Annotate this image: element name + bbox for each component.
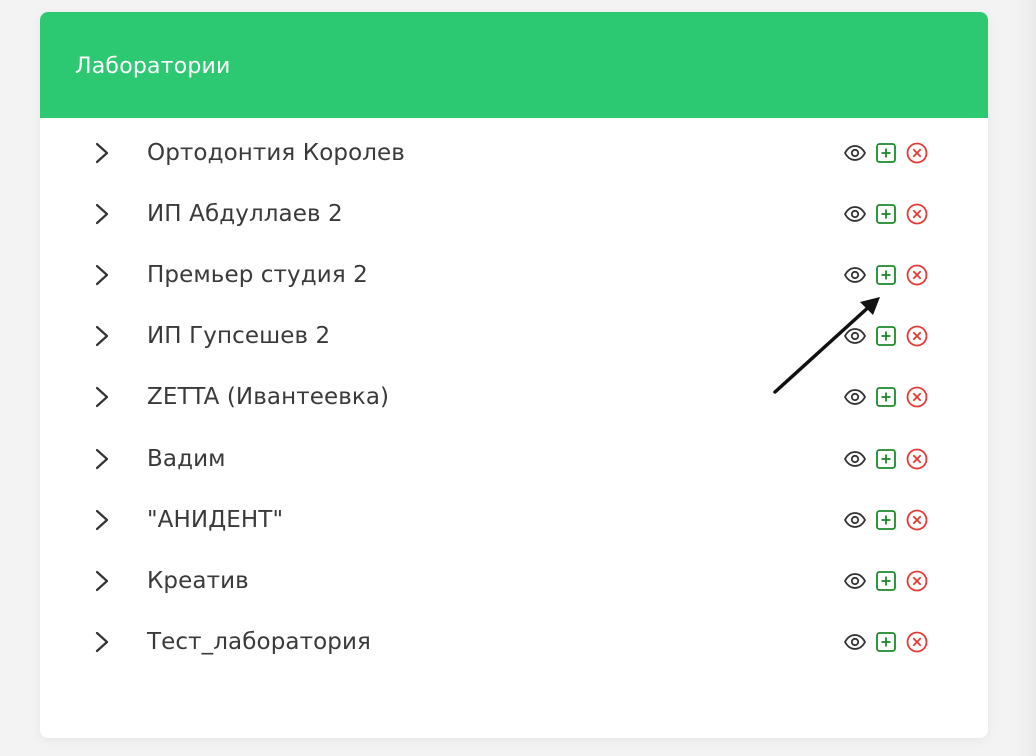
list-item: Ортодонтия Королев — [40, 122, 988, 183]
view-button[interactable] — [843, 263, 867, 287]
add-button[interactable] — [874, 141, 898, 165]
add-button[interactable] — [874, 385, 898, 409]
row-actions — [843, 569, 929, 593]
list-item: ИП Абдуллаев 2 — [40, 183, 988, 244]
laboratories-panel: Лаборатории Ортодонтия Королев ИП Абдулла… — [40, 12, 988, 738]
view-button[interactable] — [843, 508, 867, 532]
close-circle-icon — [905, 447, 929, 471]
eye-icon — [843, 263, 867, 287]
view-button[interactable] — [843, 447, 867, 471]
delete-button[interactable] — [905, 263, 929, 287]
list-item: "АНИДЕНТ" — [40, 489, 988, 550]
plus-square-icon — [875, 570, 897, 592]
laboratory-name: Креатив — [147, 567, 249, 594]
eye-icon — [843, 447, 867, 471]
chevron-right-icon[interactable] — [94, 263, 110, 287]
row-actions — [843, 447, 929, 471]
plus-square-icon — [875, 448, 897, 470]
close-circle-icon — [905, 630, 929, 654]
add-button[interactable] — [874, 324, 898, 348]
close-circle-icon — [905, 141, 929, 165]
panel-title: Лаборатории — [75, 53, 231, 79]
list-item: ZETTA (Ивантеевка) — [40, 367, 988, 428]
page: Лаборатории Ортодонтия Королев ИП Абдулла… — [0, 0, 1036, 756]
add-button[interactable] — [874, 202, 898, 226]
laboratory-name: "АНИДЕНТ" — [147, 506, 284, 533]
view-button[interactable] — [843, 385, 867, 409]
plus-square-icon — [875, 631, 897, 653]
view-button[interactable] — [843, 630, 867, 654]
row-actions — [843, 324, 929, 348]
plus-square-icon — [875, 386, 897, 408]
laboratory-name: Тест_лаборатория — [147, 629, 371, 656]
chevron-right-icon[interactable] — [94, 385, 110, 409]
close-circle-icon — [905, 385, 929, 409]
delete-button[interactable] — [905, 385, 929, 409]
eye-icon — [843, 630, 867, 654]
eye-icon — [843, 569, 867, 593]
chevron-right-icon[interactable] — [94, 508, 110, 532]
delete-button[interactable] — [905, 630, 929, 654]
delete-button[interactable] — [905, 202, 929, 226]
chevron-right-icon[interactable] — [94, 324, 110, 348]
laboratory-name: ZETTA (Ивантеевка) — [147, 384, 390, 411]
add-button[interactable] — [874, 569, 898, 593]
laboratory-name: Премьер студия 2 — [147, 261, 368, 288]
list-item: Вадим — [40, 428, 988, 489]
chevron-right-icon[interactable] — [94, 630, 110, 654]
plus-square-icon — [875, 203, 897, 225]
row-actions — [843, 385, 929, 409]
laboratory-name: Вадим — [147, 445, 226, 472]
delete-button[interactable] — [905, 447, 929, 471]
close-circle-icon — [905, 263, 929, 287]
list-item: Тест_лаборатория — [40, 612, 988, 673]
eye-icon — [843, 324, 867, 348]
view-button[interactable] — [843, 569, 867, 593]
view-button[interactable] — [843, 141, 867, 165]
add-button[interactable] — [874, 630, 898, 654]
row-actions — [843, 630, 929, 654]
delete-button[interactable] — [905, 141, 929, 165]
plus-square-icon — [875, 325, 897, 347]
plus-square-icon — [875, 264, 897, 286]
view-button[interactable] — [843, 324, 867, 348]
laboratory-name: ИП Абдуллаев 2 — [147, 200, 343, 227]
right-edge-shadow — [1016, 0, 1036, 756]
laboratory-list: Ортодонтия Королев ИП Абдуллаев 2 Премьер … — [40, 118, 988, 673]
add-button[interactable] — [874, 447, 898, 471]
eye-icon — [843, 508, 867, 532]
eye-icon — [843, 141, 867, 165]
laboratory-name: Ортодонтия Королев — [147, 139, 405, 166]
close-circle-icon — [905, 202, 929, 226]
plus-square-icon — [875, 509, 897, 531]
panel-header: Лаборатории — [40, 12, 988, 118]
chevron-right-icon[interactable] — [94, 141, 110, 165]
list-item: Креатив — [40, 550, 988, 611]
delete-button[interactable] — [905, 508, 929, 532]
add-button[interactable] — [874, 508, 898, 532]
chevron-right-icon[interactable] — [94, 202, 110, 226]
add-button[interactable] — [874, 263, 898, 287]
eye-icon — [843, 385, 867, 409]
chevron-right-icon[interactable] — [94, 569, 110, 593]
close-circle-icon — [905, 569, 929, 593]
delete-button[interactable] — [905, 569, 929, 593]
plus-square-icon — [875, 142, 897, 164]
view-button[interactable] — [843, 202, 867, 226]
row-actions — [843, 508, 929, 532]
row-actions — [843, 263, 929, 287]
chevron-right-icon[interactable] — [94, 447, 110, 471]
list-item: ИП Гупсешев 2 — [40, 306, 988, 367]
list-item: Премьер студия 2 — [40, 244, 988, 305]
laboratory-name: ИП Гупсешев 2 — [147, 323, 331, 350]
delete-button[interactable] — [905, 324, 929, 348]
close-circle-icon — [905, 508, 929, 532]
eye-icon — [843, 202, 867, 226]
row-actions — [843, 202, 929, 226]
close-circle-icon — [905, 324, 929, 348]
row-actions — [843, 141, 929, 165]
